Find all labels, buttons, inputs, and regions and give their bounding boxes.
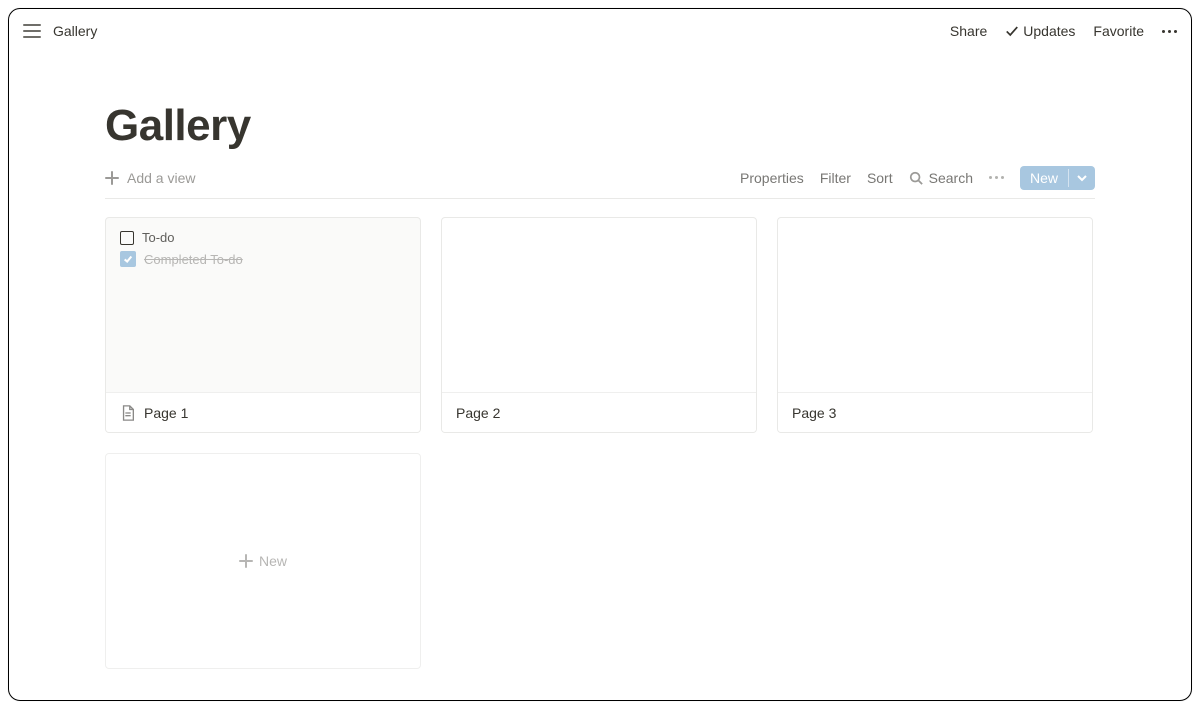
checkbox-checked-icon <box>120 251 136 267</box>
view-toolbar-right: Properties Filter Sort Search New <box>740 166 1095 190</box>
gallery-card[interactable]: Page 2 <box>441 217 757 433</box>
gallery-card[interactable]: Page 3 <box>777 217 1093 433</box>
chevron-down-icon <box>1077 173 1087 183</box>
card-title: Page 2 <box>456 405 500 421</box>
page: Gallery Add a view Properties Filter Sor… <box>9 53 1191 669</box>
view-toolbar: Add a view Properties Filter Sort Search… <box>105 157 1095 199</box>
new-button-label: New <box>1020 166 1068 190</box>
todo-label: Completed To-do <box>144 252 243 267</box>
more-icon[interactable] <box>1162 30 1177 33</box>
gallery-grid: To-do Completed To-do Page 1 Page 2 Page 3 Ne… <box>105 217 1095 669</box>
card-title-bar: Page 1 <box>106 392 420 432</box>
sort-button[interactable]: Sort <box>867 170 893 186</box>
new-button-dropdown[interactable] <box>1068 169 1095 187</box>
check-icon <box>1005 24 1019 38</box>
app-window: Gallery Share Updates Favorite Gallery A… <box>8 8 1192 701</box>
card-title-bar: Page 2 <box>442 392 756 432</box>
todo-label: To-do <box>142 230 175 245</box>
search-icon <box>909 171 923 185</box>
search-button[interactable]: Search <box>909 170 973 186</box>
share-button[interactable]: Share <box>950 23 987 39</box>
filter-button[interactable]: Filter <box>820 170 851 186</box>
card-title-bar: Page 3 <box>778 392 1092 432</box>
properties-button[interactable]: Properties <box>740 170 804 186</box>
topbar-right: Share Updates Favorite <box>950 23 1177 39</box>
favorite-button[interactable]: Favorite <box>1093 23 1144 39</box>
new-card-label: New <box>259 553 287 569</box>
page-icon <box>120 405 136 421</box>
add-view-label: Add a view <box>127 170 195 186</box>
topbar-left: Gallery <box>23 23 97 39</box>
plus-icon <box>105 171 119 185</box>
menu-icon[interactable] <box>23 24 41 38</box>
card-body <box>778 218 1092 392</box>
updates-label: Updates <box>1023 23 1075 39</box>
page-title: Gallery <box>105 101 1095 151</box>
topbar: Gallery Share Updates Favorite <box>9 9 1191 53</box>
add-view-button[interactable]: Add a view <box>105 170 195 186</box>
new-button[interactable]: New <box>1020 166 1095 190</box>
gallery-card[interactable]: To-do Completed To-do Page 1 <box>105 217 421 433</box>
card-body <box>442 218 756 392</box>
checkbox-empty-icon <box>120 231 134 245</box>
todo-row: To-do <box>120 230 406 245</box>
plus-icon <box>239 554 253 568</box>
breadcrumb[interactable]: Gallery <box>53 23 97 39</box>
card-body: To-do Completed To-do <box>106 218 420 392</box>
updates-button[interactable]: Updates <box>1005 23 1075 39</box>
new-card[interactable]: New <box>105 453 421 669</box>
search-label: Search <box>929 170 973 186</box>
todo-row: Completed To-do <box>120 251 406 267</box>
view-more-icon[interactable] <box>989 176 1004 179</box>
card-title: Page 1 <box>144 405 188 421</box>
card-title: Page 3 <box>792 405 836 421</box>
